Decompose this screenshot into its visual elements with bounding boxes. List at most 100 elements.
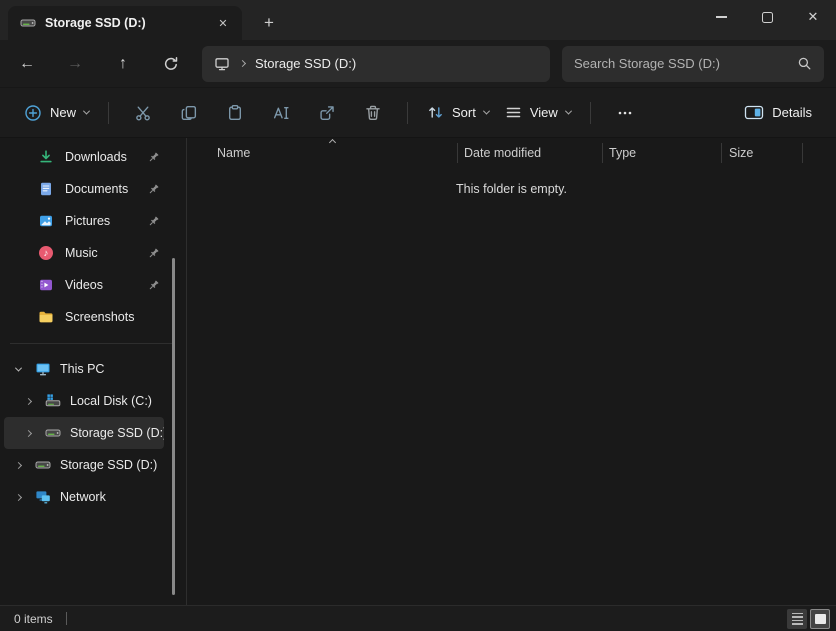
trash-icon: [364, 104, 382, 122]
details-pane-button[interactable]: Details: [736, 95, 820, 131]
sidebar-item-label: Storage SSD (D:): [70, 426, 164, 440]
sidebar-item-label: Local Disk (C:): [70, 394, 164, 408]
share-icon: [318, 104, 336, 122]
sidebar-item-music[interactable]: ♪ Music: [4, 237, 164, 269]
share-button[interactable]: [304, 95, 350, 131]
window-body: Downloads: [0, 138, 836, 605]
sidebar-item-screenshots[interactable]: Screenshots: [4, 301, 164, 333]
navigation-bar: ← → ↑ Storage SSD (D:) Search Storage SS…: [0, 40, 836, 88]
downloads-icon: [38, 149, 54, 165]
refresh-button[interactable]: [154, 47, 188, 81]
chevron-right-icon[interactable]: [10, 463, 26, 468]
titlebar: Storage SSD (D:) ✕ + ✕: [0, 0, 836, 40]
status-divider: [66, 612, 67, 625]
tab-title: Storage SSD (D:): [45, 16, 203, 30]
pin-icon: [147, 183, 160, 196]
sidebar-item-label: Documents: [65, 182, 136, 196]
chevron-right-icon[interactable]: [20, 431, 36, 436]
column-divider[interactable]: [457, 143, 458, 163]
documents-icon: [38, 181, 54, 197]
new-button[interactable]: New: [16, 95, 97, 131]
view-button[interactable]: View: [497, 95, 579, 131]
chevron-down-icon[interactable]: [10, 367, 26, 372]
search-input[interactable]: Search Storage SSD (D:): [562, 46, 824, 82]
local-disk-icon: [45, 393, 61, 409]
chevron-down-icon: [83, 108, 90, 115]
sidebar-item-local-disk-c[interactable]: Local Disk (C:): [4, 385, 164, 417]
this-pc-icon: [214, 56, 230, 72]
paste-button[interactable]: [212, 95, 258, 131]
tab-storage-ssd[interactable]: Storage SSD (D:) ✕: [8, 6, 242, 40]
column-divider[interactable]: [802, 143, 803, 163]
up-button[interactable]: ↑: [106, 47, 140, 81]
new-tab-button[interactable]: +: [254, 8, 284, 38]
music-icon: ♪: [38, 245, 54, 261]
maximize-icon: [762, 12, 773, 23]
this-pc-monitor-icon: [35, 361, 51, 377]
search-placeholder: Search Storage SSD (D:): [574, 56, 797, 71]
videos-icon: [38, 277, 54, 293]
chevron-right-icon[interactable]: [20, 399, 36, 404]
maximize-button[interactable]: [744, 0, 790, 34]
empty-folder-message: This folder is empty.: [187, 182, 836, 196]
sidebar-item-storage-ssd-d-selected[interactable]: Storage SSD (D:): [4, 417, 164, 449]
sidebar-item-network[interactable]: Network: [4, 481, 164, 513]
sidebar-item-pictures[interactable]: Pictures: [4, 205, 164, 237]
column-header-type[interactable]: Type: [609, 146, 636, 160]
sidebar-item-downloads[interactable]: Downloads: [4, 141, 164, 173]
sort-ascending-icon: [329, 139, 336, 146]
column-header-date-modified[interactable]: Date modified: [464, 146, 541, 160]
drive-icon: [20, 15, 36, 31]
network-icon: [35, 489, 51, 505]
sidebar-item-label: This PC: [60, 362, 164, 376]
drive-icon: [45, 425, 61, 441]
sidebar-item-videos[interactable]: Videos: [4, 269, 164, 301]
sort-icon: [427, 104, 444, 121]
breadcrumb-chevron-icon: [239, 60, 246, 67]
details-pane-icon: [744, 104, 764, 121]
navigation-pane: Downloads: [0, 138, 187, 605]
minimize-button[interactable]: [698, 0, 744, 34]
delete-button[interactable]: [350, 95, 396, 131]
close-window-button[interactable]: ✕: [790, 0, 836, 34]
back-button[interactable]: ←: [10, 47, 44, 81]
cut-icon: [134, 104, 152, 122]
column-header-size[interactable]: Size: [729, 146, 753, 160]
cut-button[interactable]: [120, 95, 166, 131]
chevron-down-icon: [565, 108, 572, 115]
sidebar-divider: [10, 343, 172, 344]
sidebar-item-storage-ssd-d[interactable]: Storage SSD (D:): [4, 449, 164, 481]
copy-button[interactable]: [166, 95, 212, 131]
sidebar-item-label: Storage SSD (D:): [60, 458, 164, 472]
pin-icon: [147, 215, 160, 228]
details-pane-label: Details: [772, 105, 812, 120]
tab-close-icon[interactable]: ✕: [212, 12, 234, 34]
sidebar-item-label: Downloads: [65, 150, 136, 164]
thumbnails-view-button[interactable]: [810, 609, 830, 629]
forward-button[interactable]: →: [58, 47, 92, 81]
command-toolbar: New: [0, 88, 836, 138]
pin-icon: [147, 247, 160, 260]
sidebar-item-documents[interactable]: Documents: [4, 173, 164, 205]
view-button-label: View: [530, 105, 558, 120]
chevron-right-icon[interactable]: [10, 495, 26, 500]
more-options-button[interactable]: [602, 95, 648, 131]
search-icon[interactable]: [797, 56, 812, 71]
pin-icon: [147, 279, 160, 292]
sidebar-item-label: Music: [65, 246, 136, 260]
thumbnails-view-icon: [815, 614, 826, 624]
sidebar-scrollbar[interactable]: [172, 258, 175, 595]
column-divider[interactable]: [602, 143, 603, 163]
sidebar-item-this-pc[interactable]: This PC: [4, 353, 164, 385]
new-plus-icon: [24, 104, 42, 122]
sidebar-item-label: Network: [60, 490, 164, 504]
rename-icon: [272, 104, 290, 122]
column-divider[interactable]: [721, 143, 722, 163]
column-header-name[interactable]: Name: [217, 146, 250, 160]
address-bar[interactable]: Storage SSD (D:): [202, 46, 550, 82]
breadcrumb-location[interactable]: Storage SSD (D:): [255, 56, 356, 71]
refresh-icon: [163, 56, 179, 72]
sort-button[interactable]: Sort: [419, 95, 497, 131]
details-view-button[interactable]: [787, 609, 807, 629]
rename-button[interactable]: [258, 95, 304, 131]
